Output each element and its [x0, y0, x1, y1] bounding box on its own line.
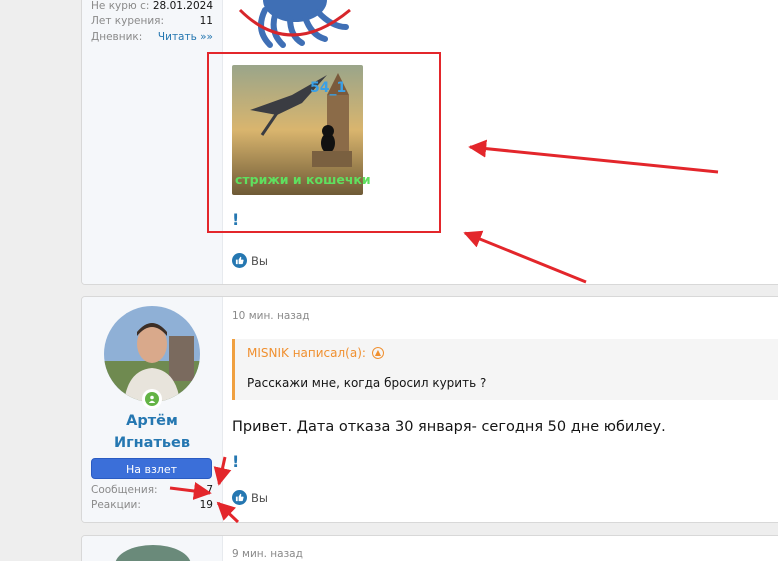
exclamation-mark: ! [232, 452, 240, 471]
user-rank-badge: На взлет [91, 458, 212, 479]
username-line-2[interactable]: Игнатьев [82, 435, 222, 451]
reaction-text: Вы [251, 253, 268, 268]
stat-label: Лет курения: [91, 15, 165, 27]
quote-body: Расскажи мне, когда бросил курить ? [247, 376, 487, 390]
post-3-timestamp[interactable]: 9 мин. назад [232, 548, 303, 560]
stat-messages: Сообщения: 7 [91, 484, 213, 496]
avatar[interactable] [104, 306, 200, 402]
arrow-up-icon[interactable]: ▲ [371, 347, 384, 359]
quote-header[interactable]: MISNIK написал(а): ▲ [247, 346, 384, 360]
stat-not-smoking-since: Не курю с: 28.01.2024 [91, 0, 213, 12]
stat-value[interactable]: 19 [200, 499, 213, 511]
post-1-reaction[interactable]: Вы [232, 253, 268, 268]
quote-author: MISNIK написал(а): [247, 346, 366, 360]
username-line-1[interactable]: Артём [82, 413, 222, 429]
thumbs-up-icon [232, 490, 247, 505]
post-2-timestamp[interactable]: 10 мин. назад [232, 310, 310, 322]
signature-octopus-image [238, 0, 351, 48]
exclamation-mark: ! [232, 210, 240, 229]
stat-value: 11 [199, 15, 213, 27]
quote-block: MISNIK написал(а): ▲ Расскажи мне, когда… [232, 339, 778, 400]
stat-value: 28.01.2024 [152, 0, 213, 12]
stat-reactions: Реакции: 19 [91, 499, 213, 511]
thumbs-up-icon [232, 253, 247, 268]
online-status-icon [142, 389, 162, 409]
stat-label: Сообщения: [91, 484, 158, 496]
stat-label: Дневник: [91, 31, 143, 43]
reaction-text: Вы [251, 490, 268, 505]
stat-smoking-years: Лет курения: 11 [91, 15, 213, 27]
stat-value[interactable]: 7 [206, 484, 213, 496]
post-2-reaction[interactable]: Вы [232, 490, 268, 505]
annotation-box [207, 52, 441, 233]
diary-read-link[interactable]: Читать »» [158, 31, 213, 43]
stat-label: Не курю с: [91, 0, 150, 12]
stat-diary: Дневник: Читать »» [91, 31, 213, 43]
post-2-message: Привет. Дата отказа 30 января- сегодня 5… [232, 419, 666, 435]
stat-label: Реакции: [91, 499, 141, 511]
